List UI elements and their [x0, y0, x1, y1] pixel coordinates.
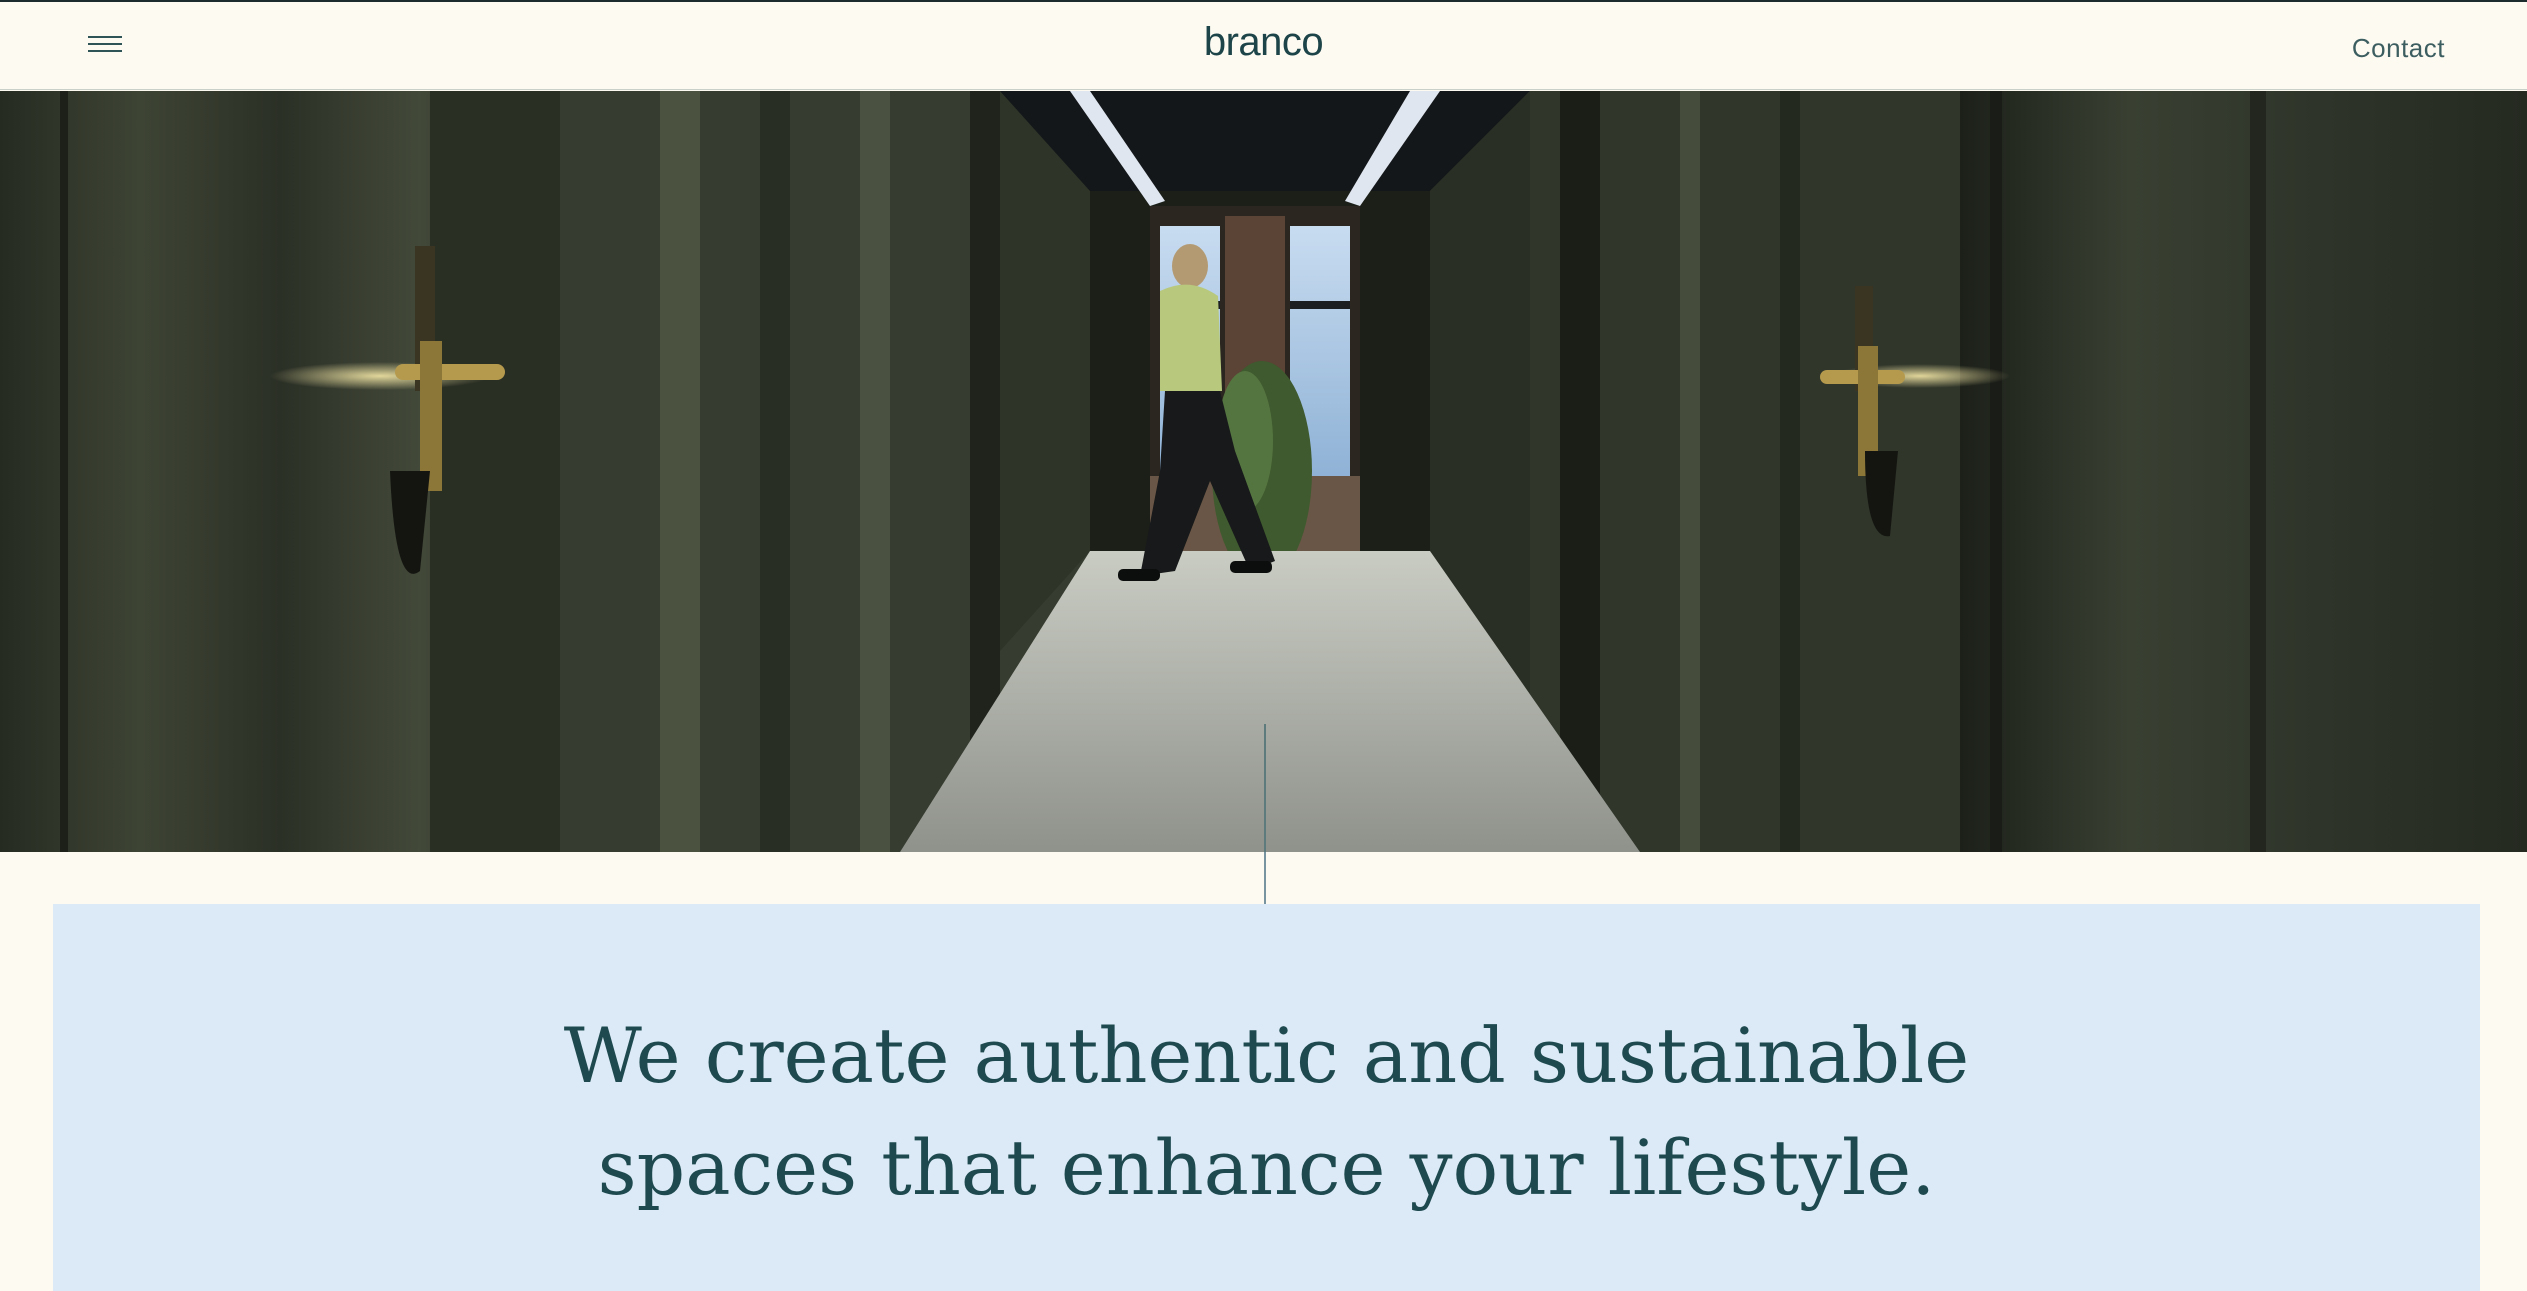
site-header: branco Contact [0, 2, 2527, 90]
contact-link[interactable]: Contact [2352, 33, 2445, 64]
scroll-down-arrow-icon[interactable] [1256, 724, 1272, 932]
intro-headline: We create authentic and sustainable spac… [53, 1000, 2480, 1224]
intro-headline-line-1: We create authentic and sustainable [563, 1011, 1970, 1100]
site-logo[interactable]: branco [0, 20, 2527, 65]
intro-panel: We create authentic and sustainable spac… [53, 904, 2480, 1291]
intro-headline-line-2: spaces that enhance your lifestyle. [597, 1123, 1936, 1212]
